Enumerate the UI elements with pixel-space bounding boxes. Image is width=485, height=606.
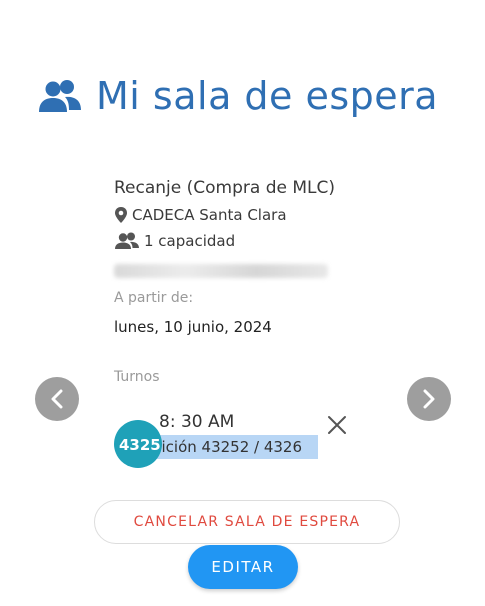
header: Mi sala de espera bbox=[0, 0, 485, 150]
turn-position-highlight: Posición 43252 / 4326 bbox=[150, 435, 318, 459]
blurred-customer-name bbox=[114, 264, 328, 278]
page-title: Mi sala de espera bbox=[38, 74, 438, 118]
capacity-text: 1 capacidad bbox=[144, 232, 236, 250]
location-text: CADECA Santa Clara bbox=[132, 206, 287, 224]
people-small-icon bbox=[115, 232, 139, 249]
turnos-label: Turnos bbox=[114, 369, 160, 385]
location-pin-icon bbox=[115, 207, 127, 223]
booking-date: lunes, 10 junio, 2024 bbox=[114, 318, 272, 336]
people-icon bbox=[39, 80, 81, 112]
from-label: A partir de: bbox=[114, 290, 194, 306]
turn-badge-number: 43252 bbox=[119, 436, 162, 454]
capacity-row: 1 capacidad bbox=[114, 232, 414, 250]
booking-card: Recanje (Compra de MLC) CADECA Santa Cla… bbox=[114, 178, 414, 336]
close-icon[interactable] bbox=[326, 414, 348, 436]
service-name: Recanje (Compra de MLC) bbox=[114, 178, 335, 198]
edit-button[interactable]: EDITAR bbox=[188, 545, 298, 589]
location-row: CADECA Santa Clara bbox=[114, 206, 414, 224]
chevron-right-icon bbox=[423, 389, 435, 409]
next-button[interactable] bbox=[407, 377, 451, 421]
chevron-left-icon bbox=[51, 389, 63, 409]
turn-position-text: Posición 43252 / 4326 bbox=[150, 438, 303, 456]
turn-time: 8: 30 AM bbox=[159, 412, 235, 432]
turn-badge: 43252 bbox=[114, 420, 162, 468]
previous-button[interactable] bbox=[35, 377, 79, 421]
page-title-text: Mi sala de espera bbox=[96, 74, 439, 118]
cancel-waiting-room-button[interactable]: CANCELAR SALA DE ESPERA bbox=[94, 500, 400, 544]
